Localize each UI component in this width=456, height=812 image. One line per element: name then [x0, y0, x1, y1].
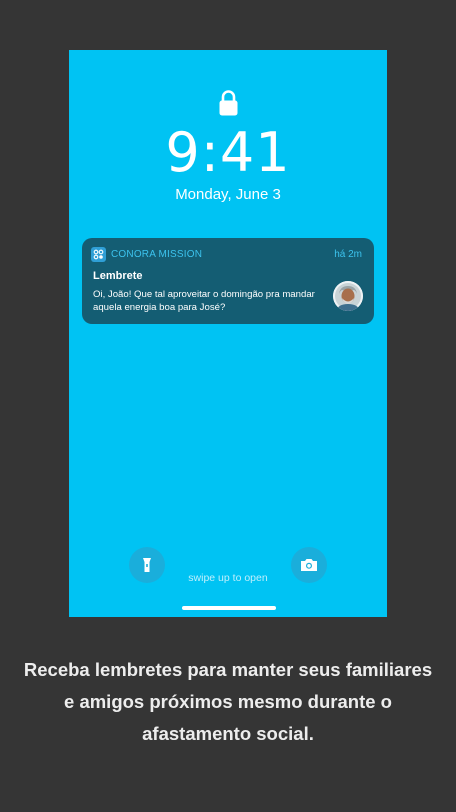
lockscreen-date: Monday, June 3 — [175, 186, 281, 203]
lockscreen-clock: 9:41 — [165, 121, 291, 184]
conora-app-icon — [91, 247, 106, 262]
home-indicator[interactable] — [182, 606, 276, 610]
camera-button[interactable] — [291, 547, 327, 583]
notification-card[interactable]: CONORA MISSION há 2m Lembrete Oi, João! … — [82, 238, 374, 324]
contact-avatar — [333, 281, 363, 311]
notification-app-name: CONORA MISSION — [111, 249, 203, 260]
lock-icon — [219, 90, 238, 116]
notification-title: Lembrete — [93, 270, 143, 282]
camera-icon — [301, 559, 317, 571]
promo-caption: Receba lembretes para manter seus famili… — [23, 659, 433, 744]
app-promo-page: 9:41 Monday, June 3 CONORA MISSION há 2m… — [0, 0, 456, 812]
notification-timestamp: há 2m — [334, 249, 362, 260]
swipe-up-hint: swipe up to open — [188, 572, 268, 584]
phone-lock-screen: 9:41 Monday, June 3 CONORA MISSION há 2m… — [69, 50, 387, 617]
notification-body: Oi, João! Que tal aproveitar o domingão … — [93, 289, 315, 313]
